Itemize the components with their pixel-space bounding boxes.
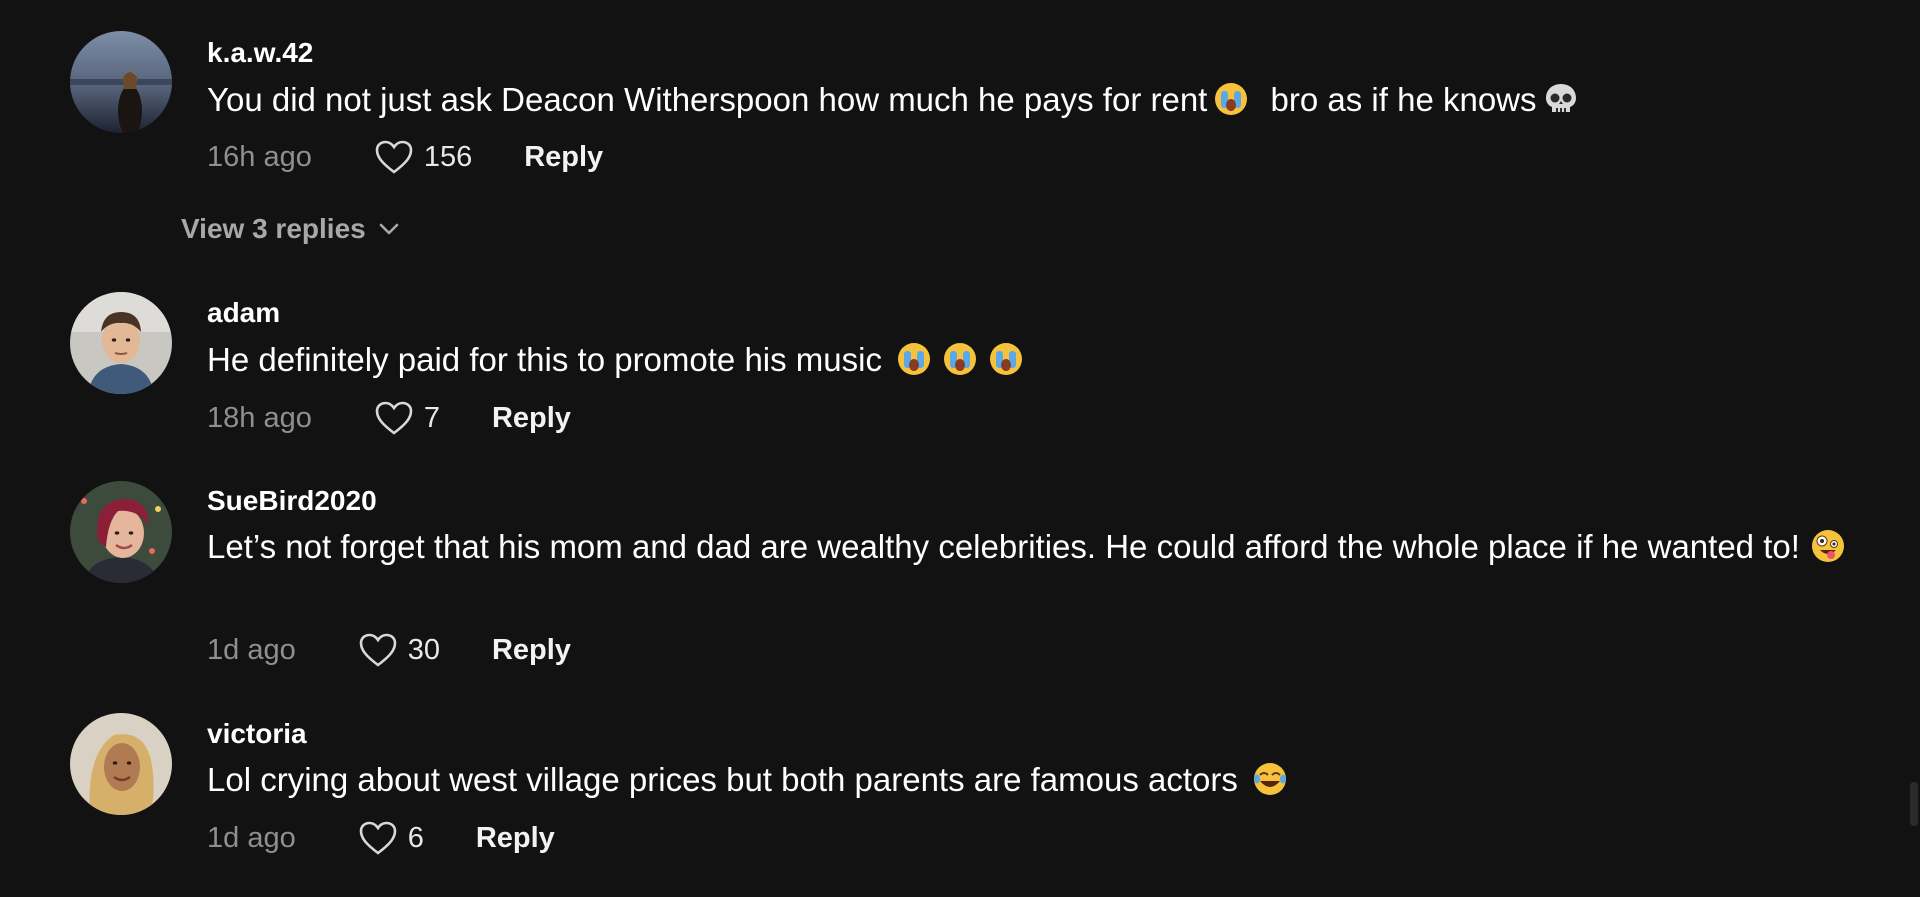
loudly-crying-face-emoji xyxy=(896,341,932,377)
comment-text: You did not just ask Deacon Witherspoon … xyxy=(207,78,1887,122)
avatar[interactable] xyxy=(70,292,172,394)
comment-text-part: He definitely paid for this to promote h… xyxy=(207,341,882,378)
comment-meta: 18h ago 7 Reply xyxy=(207,398,571,438)
view-replies-label: View 3 replies xyxy=(181,213,366,244)
comment-text: Let’s not forget that his mom and dad ar… xyxy=(207,525,1887,569)
like-count: 30 xyxy=(407,633,440,666)
comment-text-part: bro as if he knows xyxy=(1270,81,1537,118)
heart-outline-icon xyxy=(359,633,397,667)
comment-username[interactable]: victoria xyxy=(207,718,307,750)
comment-text: He definitely paid for this to promote h… xyxy=(207,338,1887,382)
like-button[interactable]: 156 xyxy=(374,139,472,175)
avatar[interactable] xyxy=(70,481,172,583)
comment-text-part: Let’s not forget that his mom and dad ar… xyxy=(207,528,1800,565)
zany-face-emoji xyxy=(1810,528,1846,564)
like-button[interactable]: 6 xyxy=(358,820,424,856)
comment-username[interactable]: SueBird2020 xyxy=(207,485,377,517)
comment-timestamp: 16h ago xyxy=(207,140,312,173)
comment-meta: 1d ago 30 Reply xyxy=(207,630,571,670)
comment-meta: 1d ago 6 Reply xyxy=(207,818,555,858)
avatar[interactable] xyxy=(70,31,172,133)
comment-meta: 16h ago 156 Reply xyxy=(207,137,603,177)
loudly-crying-face-emoji xyxy=(942,341,978,377)
comment-text-part: You did not just ask Deacon Witherspoon … xyxy=(207,81,1208,118)
comments-panel: k.a.w.42 You did not just ask Deacon Wit… xyxy=(0,0,1920,897)
chevron-down-icon xyxy=(379,223,399,235)
heart-outline-icon xyxy=(359,821,397,855)
avatar[interactable] xyxy=(70,713,172,815)
heart-outline-icon xyxy=(375,401,413,435)
comment-text: Lol crying about west village prices but… xyxy=(207,758,1887,802)
comment-timestamp: 1d ago xyxy=(207,633,296,666)
reply-button[interactable]: Reply xyxy=(492,402,571,435)
skull-emoji xyxy=(1543,81,1579,117)
comment-timestamp: 1d ago xyxy=(207,821,296,854)
comment-username[interactable]: k.a.w.42 xyxy=(207,37,313,69)
reply-button[interactable]: Reply xyxy=(476,822,555,855)
comment-timestamp: 18h ago xyxy=(207,401,312,434)
tears-of-joy-emoji xyxy=(1252,761,1288,797)
like-count: 7 xyxy=(423,401,440,434)
scrollbar[interactable] xyxy=(1910,782,1918,826)
like-count: 6 xyxy=(407,821,424,854)
like-button[interactable]: 30 xyxy=(358,632,440,668)
like-button[interactable]: 7 xyxy=(374,400,440,436)
comment-username[interactable]: adam xyxy=(207,297,280,329)
heart-outline-icon xyxy=(375,140,413,174)
view-replies-button[interactable]: View 3 replies xyxy=(181,213,400,245)
comment-text-part: Lol crying about west village prices but… xyxy=(207,761,1238,798)
loudly-crying-face-emoji xyxy=(988,341,1024,377)
reply-button[interactable]: Reply xyxy=(524,141,603,174)
reply-button[interactable]: Reply xyxy=(492,634,571,667)
like-count: 156 xyxy=(423,140,473,173)
loudly-crying-face-emoji xyxy=(1213,81,1249,117)
